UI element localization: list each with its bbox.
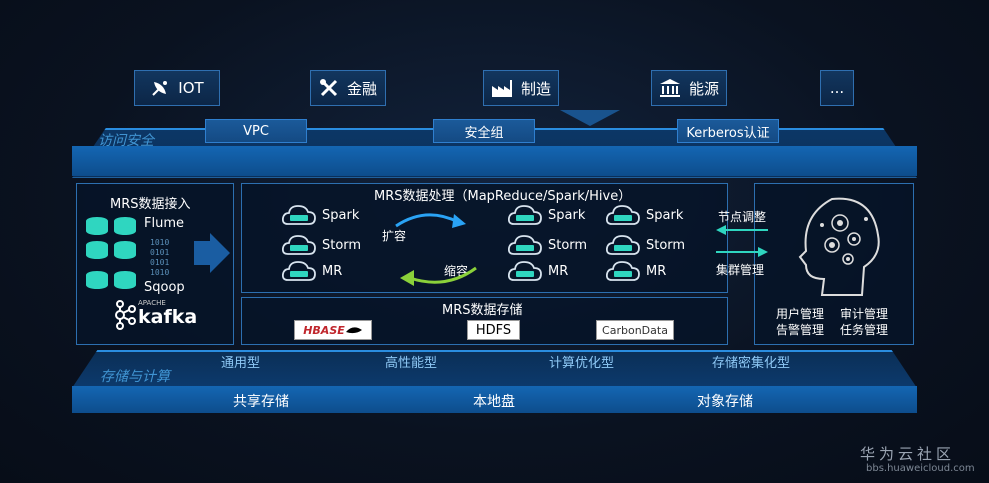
engine-node: MR xyxy=(282,260,342,282)
engine-label: Storm xyxy=(646,237,686,253)
watermark-url: bbs.huaweicloud.com xyxy=(866,463,975,474)
engine-node: MR xyxy=(508,260,568,282)
task-manage-label: 任务管理 xyxy=(840,323,889,337)
orca-icon xyxy=(345,327,362,334)
engine-label: Storm xyxy=(322,237,362,253)
cloud-server-icon xyxy=(282,261,316,281)
engine-label: MR xyxy=(322,263,343,279)
arrow-right-icon xyxy=(194,233,230,273)
industry-label: IOT xyxy=(178,79,204,97)
engine-node: Storm xyxy=(282,234,361,256)
binary-stream: 1010 0101 0101 1010 xyxy=(150,238,170,277)
engine-label: MR xyxy=(646,263,667,279)
satellite-dish-icon xyxy=(152,81,168,96)
security-group[interactable]: 安全组 xyxy=(433,119,535,143)
security-vpc[interactable]: VPC xyxy=(205,119,307,143)
engine-node: MR xyxy=(606,260,666,282)
factory-icon xyxy=(491,80,512,97)
type-general: 通用型 xyxy=(221,356,261,371)
kafka-logo-icon xyxy=(115,300,136,330)
cloud-server-icon xyxy=(282,235,316,255)
ai-head-icon xyxy=(798,197,880,296)
left-arrow-icon xyxy=(716,225,768,235)
hdfs-logo: HDFS xyxy=(467,320,520,340)
kafka-label: kafka xyxy=(138,306,198,328)
right-arrow-icon xyxy=(716,247,768,257)
cloud-server-icon xyxy=(606,205,640,225)
engine-node: Spark xyxy=(606,204,683,226)
cluster-manage-label: 集群管理 xyxy=(716,263,765,277)
industry-label: 金融 xyxy=(346,79,377,98)
industry-finance[interactable]: 金融 xyxy=(310,70,386,106)
storage-local-disk: 本地盘 xyxy=(473,394,515,410)
industry-label: 制造 xyxy=(520,79,551,98)
database-icon xyxy=(86,217,136,289)
user-manage-label: 用户管理 xyxy=(776,307,825,321)
tools-icon xyxy=(319,79,338,97)
engine-label: MR xyxy=(548,263,569,279)
cloud-server-icon xyxy=(282,205,316,225)
audit-manage-label: 审计管理 xyxy=(840,307,889,321)
cloud-server-icon xyxy=(508,205,542,225)
engine-node: Storm xyxy=(508,234,587,256)
industry-label: ... xyxy=(829,79,845,97)
type-high-performance: 高性能型 xyxy=(385,356,438,371)
industry-label: 能源 xyxy=(688,79,719,98)
storage-title: MRS数据存储 xyxy=(442,303,523,318)
cloud-server-icon xyxy=(508,235,542,255)
expand-label: 扩容 xyxy=(382,229,407,243)
node-adjust-label: 节点调整 xyxy=(718,210,767,224)
engine-label: Spark xyxy=(646,207,684,223)
industry-energy[interactable]: 能源 xyxy=(651,70,727,106)
down-arrow-icon xyxy=(560,110,620,126)
type-storage-dense: 存储密集化型 xyxy=(712,356,791,371)
cloud-server-icon xyxy=(606,261,640,281)
engine-node: Storm xyxy=(606,234,685,256)
engine-node: Spark xyxy=(282,204,359,226)
engine-label: Spark xyxy=(548,207,586,223)
hbase-logo: HBASE xyxy=(294,320,372,340)
engine-label: Spark xyxy=(322,207,360,223)
compute-platform xyxy=(72,350,917,388)
processing-title: MRS数据处理（MapReduce/Spark/Hive） xyxy=(374,189,632,204)
ingest-title: MRS数据接入 xyxy=(110,197,191,212)
industry-iot[interactable]: IOT xyxy=(134,70,220,106)
security-platform-front xyxy=(72,146,917,176)
compute-label: 存储与计算 xyxy=(100,369,170,385)
industry-manufacturing[interactable]: 制造 xyxy=(483,70,559,106)
bank-icon xyxy=(659,79,680,97)
watermark-brand: 华为云社区 xyxy=(860,445,956,463)
carbondata-logo: CarbonData xyxy=(596,320,674,340)
ingest-sqoop: Sqoop xyxy=(144,280,185,295)
security-kerberos[interactable]: Kerberos认证 xyxy=(677,119,779,143)
cloud-server-icon xyxy=(508,261,542,281)
industry-more[interactable]: ... xyxy=(820,70,854,106)
type-compute-optimized: 计算优化型 xyxy=(549,356,615,371)
ingest-flume: Flume xyxy=(144,216,184,231)
shrink-arrow-icon xyxy=(400,266,477,286)
alarm-manage-label: 告警管理 xyxy=(776,323,825,337)
storage-shared: 共享存储 xyxy=(233,394,289,410)
cloud-server-icon xyxy=(606,235,640,255)
storage-object: 对象存储 xyxy=(697,394,753,410)
security-label: 访问安全 xyxy=(98,133,154,149)
engine-node: Spark xyxy=(508,204,585,226)
engine-label: Storm xyxy=(548,237,588,253)
